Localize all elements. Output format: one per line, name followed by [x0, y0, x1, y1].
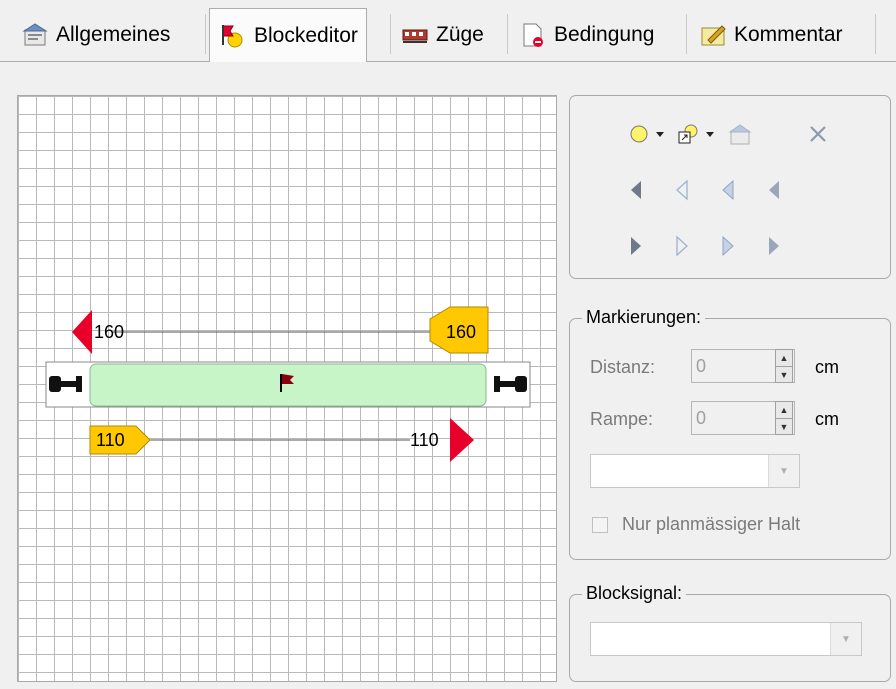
blocksignal-legend: Blocksignal:: [582, 583, 687, 604]
move-left-light-icon[interactable]: [762, 178, 786, 202]
block-body: [89, 363, 487, 407]
block-drawing: [45, 306, 531, 462]
chevron-down-icon: ▼: [830, 623, 861, 655]
tab-allgemeines[interactable]: Allgemeines: [12, 10, 178, 60]
tab-bedingung[interactable]: Bedingung: [510, 10, 662, 60]
circle-tool-dropdown-icon[interactable]: [653, 122, 667, 146]
properties-icon: [22, 22, 48, 48]
tab-label: Züge: [436, 23, 484, 46]
move-right-light-icon[interactable]: [762, 234, 786, 258]
insert-dropdown-icon[interactable]: [703, 122, 717, 146]
rampe-spinner[interactable]: ▲ ▼: [775, 401, 793, 435]
marker-top-left-label: 160: [94, 322, 125, 342]
marker-bottom-right-arrow: [450, 418, 474, 462]
move-right-solid-icon[interactable]: [624, 234, 648, 258]
marker-bottom-left-label: 110: [96, 430, 125, 450]
move-left-solid-icon[interactable]: [624, 178, 648, 202]
train-icon: [402, 22, 428, 48]
tab-zuege[interactable]: Züge: [392, 10, 492, 60]
properties-icon[interactable]: [728, 122, 752, 146]
markierungen-legend: Markierungen:: [582, 307, 706, 328]
tab-blockeditor[interactable]: Blockeditor: [209, 8, 367, 62]
distanz-spinner[interactable]: ▲ ▼: [775, 349, 793, 383]
marker-bottom-right-label: 110: [410, 430, 439, 450]
distanz-unit: cm: [815, 357, 839, 377]
blocksignal-group: Blocksignal: ▼: [569, 583, 891, 682]
condition-icon: [520, 22, 546, 48]
insert-element-icon[interactable]: [676, 122, 700, 146]
tab-label: Allgemeines: [56, 23, 171, 46]
delete-icon[interactable]: [806, 122, 830, 146]
distanz-label: Distanz:: [590, 357, 656, 377]
move-right-outline-icon[interactable]: [670, 234, 694, 258]
marker-top-right-label: 160: [446, 322, 477, 342]
block-editor-canvas[interactable]: 160 160 110 110: [17, 95, 557, 682]
marker-top-left-arrow: [72, 310, 92, 354]
blocksignal-select[interactable]: ▼: [590, 622, 862, 656]
tab-bar: Allgemeines Blockeditor Züge Bedingung K…: [0, 0, 896, 62]
signal-flag-icon: [220, 23, 246, 49]
tool-panel: [569, 95, 891, 279]
comment-icon: [700, 22, 726, 48]
nur-planmaessiger-halt-checkbox[interactable]: [592, 517, 608, 533]
circle-tool-icon[interactable]: [627, 122, 651, 146]
rampe-unit: cm: [815, 409, 839, 429]
markierung-type-select[interactable]: ▼: [590, 454, 800, 488]
move-right-half-icon[interactable]: [716, 234, 740, 258]
tab-label: Bedingung: [554, 23, 655, 46]
markierungen-group: Markierungen: Distanz: 0 ▲ ▼ cm Rampe: 0 …: [569, 307, 891, 560]
tab-kommentar[interactable]: Kommentar: [690, 10, 851, 60]
move-left-outline-icon[interactable]: [670, 178, 694, 202]
tab-label: Blockeditor: [254, 23, 358, 47]
chevron-down-icon: ▼: [768, 455, 799, 487]
nur-planmaessiger-halt-label: Nur planmässiger Halt: [622, 514, 801, 534]
move-left-half-icon[interactable]: [716, 178, 740, 202]
tab-label: Kommentar: [734, 23, 843, 46]
rampe-label: Rampe:: [590, 409, 654, 429]
